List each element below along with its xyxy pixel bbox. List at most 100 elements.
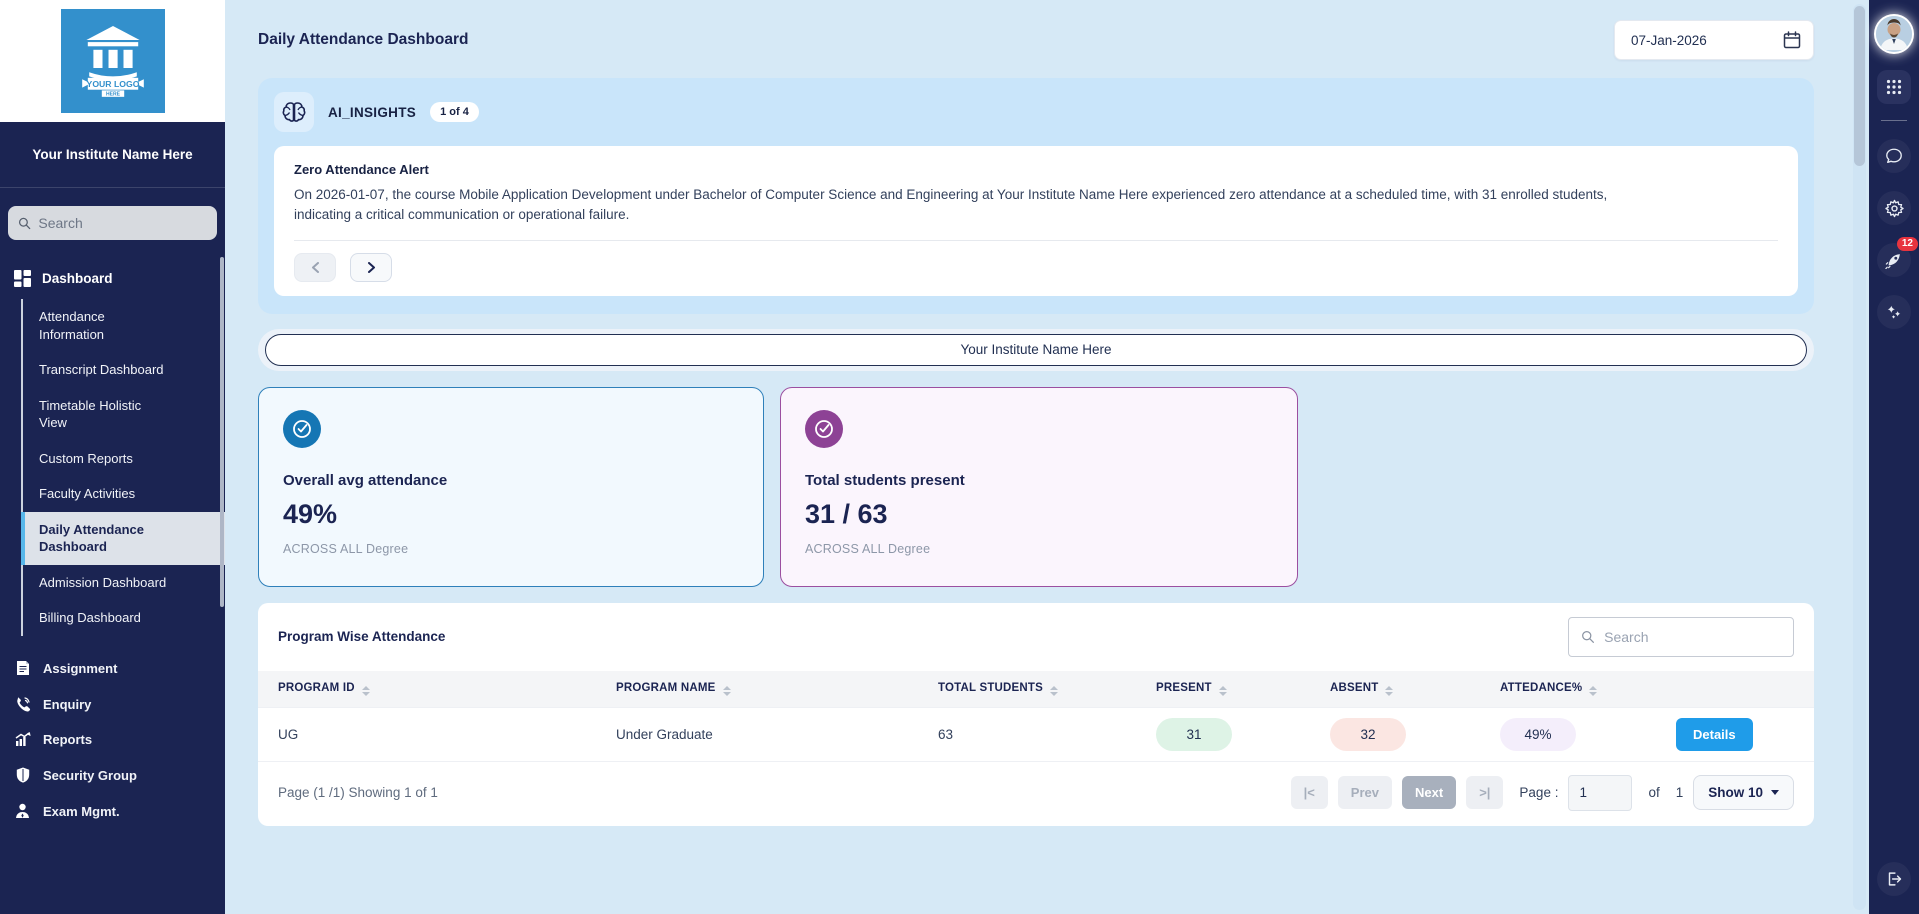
column-header-program-name[interactable]: PROGRAM NAME xyxy=(596,671,918,708)
date-picker[interactable]: 07-Jan-2026 xyxy=(1614,20,1814,60)
sort-icon xyxy=(1589,686,1597,696)
column-header-absent[interactable]: ABSENT xyxy=(1310,671,1480,708)
stat-cards-row: Overall avg attendance 49% ACROSS ALL De… xyxy=(258,387,1814,587)
column-header-present[interactable]: PRESENT xyxy=(1136,671,1310,708)
page-size-label: Show 10 xyxy=(1708,785,1763,800)
institute-banner: Your Institute Name Here xyxy=(265,334,1807,366)
sidebar-item-custom-reports[interactable]: Custom Reports xyxy=(21,441,225,477)
divider xyxy=(1881,120,1907,121)
divider xyxy=(294,240,1778,241)
sidebar-search-input[interactable] xyxy=(38,215,207,231)
insight-prev-button[interactable] xyxy=(294,253,336,282)
ai-assist-button[interactable] xyxy=(1877,295,1911,329)
column-header-attendance-pct[interactable]: ATTEDANCE% xyxy=(1480,671,1656,708)
column-header-program-id[interactable]: PROGRAM ID xyxy=(258,671,596,708)
sidebar-item-enquiry[interactable]: Enquiry xyxy=(0,686,225,722)
page-size-select[interactable]: Show 10 xyxy=(1693,775,1794,810)
chevron-left-icon xyxy=(311,262,320,273)
sidebar-item-exam-mgmt[interactable]: Exam Mgmt. xyxy=(0,793,225,829)
submenu-label: Custom Reports xyxy=(39,450,167,468)
sidebar-item-dashboard[interactable]: Dashboard xyxy=(0,240,225,299)
pagination-bar: Page (1 /1) Showing 1 of 1 |< Prev Next … xyxy=(258,761,1814,826)
sidebar-item-faculty-activities[interactable]: Faculty Activities xyxy=(21,476,225,512)
cell-program-id: UG xyxy=(258,707,596,761)
insight-next-button[interactable] xyxy=(350,253,392,282)
present-badge: 31 xyxy=(1156,718,1232,751)
apps-grid-button[interactable] xyxy=(1877,70,1911,104)
check-circle-icon xyxy=(283,410,321,448)
security-group-icon xyxy=(14,767,31,783)
sidebar-item-attendance-information[interactable]: Attendance Information xyxy=(21,299,225,352)
calendar-icon xyxy=(1783,31,1801,49)
sidebar-item-assignment[interactable]: Assignment xyxy=(0,650,225,686)
submenu-label: Admission Dashboard xyxy=(39,574,167,592)
last-page-button[interactable]: >| xyxy=(1466,776,1503,809)
table-search[interactable] xyxy=(1568,617,1794,657)
sidebar-item-timetable-holistic-view[interactable]: Timetable Holistic View xyxy=(21,388,225,441)
sidebar-item-label: Security Group xyxy=(43,768,137,783)
institute-logo[interactable]: YOUR LOGO HERE xyxy=(61,9,165,113)
stat-card-students-present: Total students present 31 / 63 ACROSS AL… xyxy=(780,387,1298,587)
sort-icon xyxy=(1219,686,1227,696)
scrollbar-thumb[interactable] xyxy=(1854,6,1865,166)
ai-insights-title: AI_INSIGHTS xyxy=(328,105,416,120)
table-search-input[interactable] xyxy=(1604,629,1781,645)
ai-insights-panel: AI_INSIGHTS 1 of 4 Zero Attendance Alert… xyxy=(258,78,1814,314)
column-header-total-students[interactable]: TOTAL STUDENTS xyxy=(918,671,1136,708)
sidebar-item-label: Assignment xyxy=(43,661,117,676)
details-button[interactable]: Details xyxy=(1676,718,1753,751)
sidebar-item-admission-dashboard[interactable]: Admission Dashboard xyxy=(21,565,225,601)
sidebar-search[interactable] xyxy=(8,206,217,240)
dashboard-grid-icon xyxy=(14,270,31,287)
sort-icon xyxy=(723,686,731,696)
assignment-icon xyxy=(14,660,31,676)
stat-title: Overall avg attendance xyxy=(283,472,739,489)
cell-program-name: Under Graduate xyxy=(596,707,918,761)
sidebar-item-daily-attendance-dashboard[interactable]: Daily Attendance Dashboard xyxy=(21,512,225,565)
absent-badge: 32 xyxy=(1330,718,1406,751)
attendance-badge: 49% xyxy=(1500,718,1576,751)
date-value: 07-Jan-2026 xyxy=(1631,33,1707,48)
chat-button[interactable] xyxy=(1877,139,1911,173)
sidebar-dashboard-label: Dashboard xyxy=(42,271,113,286)
table-title: Program Wise Attendance xyxy=(278,629,445,644)
left-sidebar: YOUR LOGO HERE Your Institute Name Here … xyxy=(0,0,225,914)
sidebar-item-transcript-dashboard[interactable]: Transcript Dashboard xyxy=(21,352,225,388)
first-page-button[interactable]: |< xyxy=(1291,776,1328,809)
main-area: Daily Attendance Dashboard 07-Jan-2026 xyxy=(225,0,1869,914)
alert-body: On 2026-01-07, the course Mobile Applica… xyxy=(294,185,1639,226)
ai-insights-header: AI_INSIGHTS 1 of 4 xyxy=(274,92,1798,132)
column-label: TOTAL STUDENTS xyxy=(938,682,1043,694)
settings-button[interactable] xyxy=(1877,191,1911,225)
sparkles-icon xyxy=(1885,303,1903,321)
search-icon xyxy=(18,216,31,231)
rocket-icon xyxy=(1885,251,1903,269)
rocket-button[interactable]: 12 xyxy=(1877,243,1911,277)
ai-insight-card: Zero Attendance Alert On 2026-01-07, the… xyxy=(274,146,1798,296)
column-label: ABSENT xyxy=(1330,682,1378,694)
gear-icon xyxy=(1885,199,1904,218)
institute-banner-wrap: Your Institute Name Here xyxy=(258,329,1814,371)
sort-icon xyxy=(1385,686,1393,696)
alert-title: Zero Attendance Alert xyxy=(294,162,1778,177)
page-number-input[interactable] xyxy=(1568,775,1632,811)
next-page-button[interactable]: Next xyxy=(1402,776,1456,809)
sidebar-item-security-group[interactable]: Security Group xyxy=(0,757,225,793)
prev-page-button[interactable]: Prev xyxy=(1338,776,1392,809)
logout-button[interactable] xyxy=(1877,862,1911,896)
stat-subtitle: ACROSS ALL Degree xyxy=(283,542,739,556)
of-label: of xyxy=(1648,785,1659,800)
logo-container: YOUR LOGO HERE xyxy=(0,0,225,122)
dashboard-submenu: Attendance Information Transcript Dashbo… xyxy=(21,299,225,636)
institute-logo-icon: YOUR LOGO HERE xyxy=(71,19,155,103)
institute-name: Your Institute Name Here xyxy=(0,122,225,188)
main-scrollbar[interactable] xyxy=(1853,4,1866,910)
stat-card-overall-attendance: Overall avg attendance 49% ACROSS ALL De… xyxy=(258,387,764,587)
pagination-controls: |< Prev Next >| Page : of 1 Show 10 xyxy=(1291,775,1794,811)
user-avatar[interactable] xyxy=(1876,16,1912,52)
sidebar-item-billing-dashboard[interactable]: Billing Dashboard xyxy=(21,600,225,636)
column-label: ATTEDANCE% xyxy=(1500,682,1582,694)
submenu-label: Transcript Dashboard xyxy=(39,361,167,379)
sidebar-scrollbar[interactable] xyxy=(220,257,224,607)
sidebar-item-reports[interactable]: Reports xyxy=(0,722,225,757)
